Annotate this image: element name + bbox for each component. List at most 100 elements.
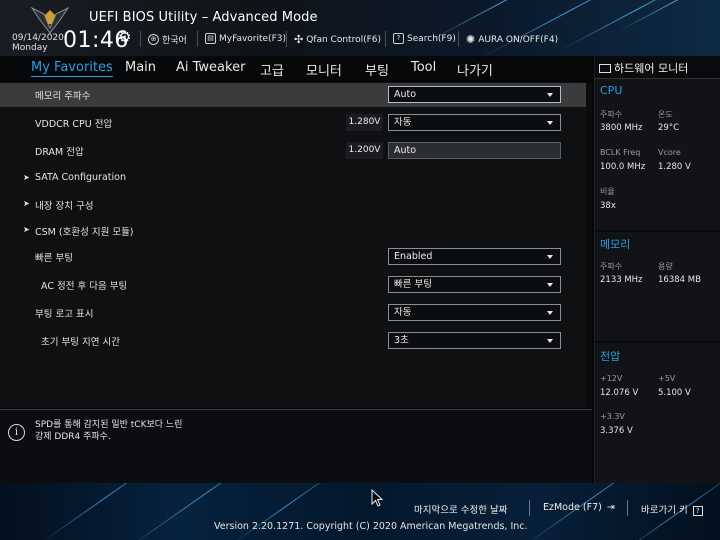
memory-capacity-value: 16384 MB <box>658 275 701 285</box>
submenu-sata-configuration[interactable]: ➤ SATA Configuration <box>0 167 586 191</box>
search-icon: ? <box>393 33 404 44</box>
ratio-value: 38x <box>600 201 616 211</box>
setting-label: VDDCR CPU 전압 <box>35 119 113 130</box>
vddcr-cpu-dropdown[interactable]: 자동 <box>388 114 561 131</box>
tab-tool[interactable]: Tool <box>411 60 436 75</box>
v12-label: +12V <box>600 374 623 383</box>
bclk-value: 100.0 MHz <box>600 162 646 172</box>
tab-exit[interactable]: 나가기 <box>457 60 493 79</box>
aura-button[interactable]: ✺ AURA ON/OFF(F4) <box>466 33 558 46</box>
info-icon: i <box>8 424 25 441</box>
hotkeys-button[interactable]: 바로가기 키 ? <box>641 502 703 516</box>
chevron-down-icon <box>547 283 553 287</box>
fan-icon: ✣ <box>294 33 304 46</box>
v5-value: 5.100 V <box>658 388 691 398</box>
submenu-arrow-icon: ➤ <box>23 199 30 208</box>
tab-boot[interactable]: 부팅 <box>365 60 389 79</box>
tab-monitor[interactable]: 모니터 <box>306 60 342 79</box>
hardware-monitor-panel: 하드웨어 모니터 CPU 주파수 3800 MHz 온도 29°C BCLK F… <box>594 56 720 483</box>
help-line-2: 강제 DDR4 주파수. <box>35 432 111 442</box>
cpu-temp-value: 29°C <box>658 123 680 133</box>
post-delay-dropdown[interactable]: 3초 <box>388 332 561 349</box>
tab-my-favorites[interactable]: My Favorites <box>31 60 113 77</box>
submenu-arrow-icon: ➤ <box>23 225 30 234</box>
chevron-down-icon <box>547 121 553 125</box>
submenu-label: SATA Configuration <box>35 172 126 183</box>
setting-label: 빠른 부팅 <box>35 253 73 264</box>
boot-logo-dropdown[interactable]: 자동 <box>388 304 561 321</box>
qfan-label: Qfan Control(F6) <box>306 34 382 45</box>
bclk-label: BCLK Freq <box>600 148 641 157</box>
dropdown-value: 3초 <box>394 335 409 346</box>
dropdown-value: 자동 <box>394 307 412 318</box>
vcore-value: 1.280 V <box>658 162 691 172</box>
help-line-1: SPD를 통해 감지된 일반 tCK보다 느린 <box>35 420 183 430</box>
v33-value: 3.376 V <box>600 426 633 436</box>
chevron-down-icon <box>547 311 553 315</box>
submenu-csm[interactable]: ➤ CSM (호환성 지원 모듈) <box>0 219 586 243</box>
chevron-down-icon <box>547 255 553 259</box>
cpu-section-title: CPU <box>600 84 623 97</box>
setting-fast-boot[interactable]: 빠른 부팅 Enabled <box>0 245 586 269</box>
fast-boot-dropdown[interactable]: Enabled <box>388 248 561 265</box>
mouse-cursor-icon <box>371 489 383 507</box>
hotkeys-label: 바로가기 키 <box>641 505 688 516</box>
memory-section-title: 메모리 <box>600 238 631 251</box>
dropdown-value: Enabled <box>394 251 433 262</box>
ezmode-button[interactable]: EzMode (F7) ⇥ <box>543 502 615 513</box>
hardware-monitor-label: 하드웨어 모니터 <box>614 62 689 75</box>
settings-panel: 메모리 주파수 Auto VDDCR CPU 전압 1.280V 자동 DRAM… <box>0 82 592 408</box>
scrollbar[interactable] <box>586 82 592 408</box>
ratio-label: 비율 <box>600 187 615 196</box>
app-title: UEFI BIOS Utility – Advanced Mode <box>89 10 318 25</box>
setting-ac-power-loss-boot[interactable]: AC 정전 후 다음 부팅 빠른 부팅 <box>0 273 586 297</box>
v33-label: +3.3V <box>600 412 625 421</box>
v12-value: 12.076 V <box>600 388 639 398</box>
myfavorite-button[interactable]: ▤ MyFavorite(F3) <box>205 33 286 44</box>
setting-label: 부팅 로고 표시 <box>35 309 94 320</box>
memory-capacity-label: 용량 <box>658 262 673 271</box>
setting-vddcr-cpu-voltage[interactable]: VDDCR CPU 전압 1.280V 자동 <box>0 111 586 135</box>
memory-freq-label: 주파수 <box>600 262 623 271</box>
tab-ai-tweaker[interactable]: Ai Tweaker <box>176 60 245 75</box>
submenu-label: 내장 장치 구성 <box>35 201 94 212</box>
date-display: 09/14/2020 Monday <box>12 33 64 53</box>
aura-label: AURA ON/OFF(F4) <box>478 34 559 45</box>
dropdown-value: 빠른 부팅 <box>394 279 432 290</box>
cpu-temp-label: 온도 <box>658 110 673 119</box>
cpu-freq-value: 3800 MHz <box>600 123 643 133</box>
search-button[interactable]: ? Search(F9) <box>393 33 456 44</box>
monitor-icon <box>599 64 611 73</box>
submenu-label: CSM (호환성 지원 모듈) <box>35 227 134 238</box>
language-button[interactable]: ⊕ 한국어 <box>148 33 187 46</box>
voltage-section-title: 전압 <box>600 350 621 363</box>
header-bar: UEFI BIOS Utility – Advanced Mode 09/14/… <box>0 0 720 56</box>
hotkeys-icon: ? <box>692 506 703 516</box>
tab-main[interactable]: Main <box>125 60 156 75</box>
myfavorite-label: MyFavorite(F3) <box>219 33 286 44</box>
help-text: SPD를 통해 감지된 일반 tCK보다 느린 강제 DDR4 주파수. <box>35 419 182 443</box>
setting-memory-frequency[interactable]: 메모리 주파수 Auto <box>0 83 586 107</box>
v5-label: +5V <box>658 374 676 383</box>
globe-icon: ⊕ <box>148 34 159 45</box>
memory-freq-value: 2133 MHz <box>600 275 643 285</box>
current-voltage: 1.200V <box>346 142 383 159</box>
date-value: 09/14/2020 <box>12 33 64 43</box>
dram-voltage-input[interactable]: Auto <box>388 142 561 159</box>
language-label: 한국어 <box>162 36 187 46</box>
setting-label: 메모리 주파수 <box>35 91 91 102</box>
aura-icon: ✺ <box>466 33 476 46</box>
qfan-button[interactable]: ✣ Qfan Control(F6) <box>294 33 381 46</box>
memory-frequency-dropdown[interactable]: Auto <box>388 86 561 103</box>
tab-advanced[interactable]: 고급 <box>260 60 284 79</box>
gear-icon[interactable]: ⚙ <box>118 28 131 46</box>
setting-boot-logo-display[interactable]: 부팅 로고 표시 자동 <box>0 301 586 325</box>
submenu-onboard-devices[interactable]: ➤ 내장 장치 구성 <box>0 193 586 217</box>
ac-power-loss-dropdown[interactable]: 빠른 부팅 <box>388 276 561 293</box>
last-modified-button[interactable]: 마지막으로 수정한 날짜 <box>414 502 507 516</box>
setting-post-delay-time[interactable]: 초기 부팅 지연 시간 3초 <box>0 329 586 353</box>
setting-dram-voltage[interactable]: DRAM 전압 1.200V Auto <box>0 139 586 163</box>
exit-arrow-icon: ⇥ <box>606 502 615 513</box>
setting-label: DRAM 전압 <box>35 147 84 158</box>
setting-label: 초기 부팅 지연 시간 <box>41 337 120 348</box>
